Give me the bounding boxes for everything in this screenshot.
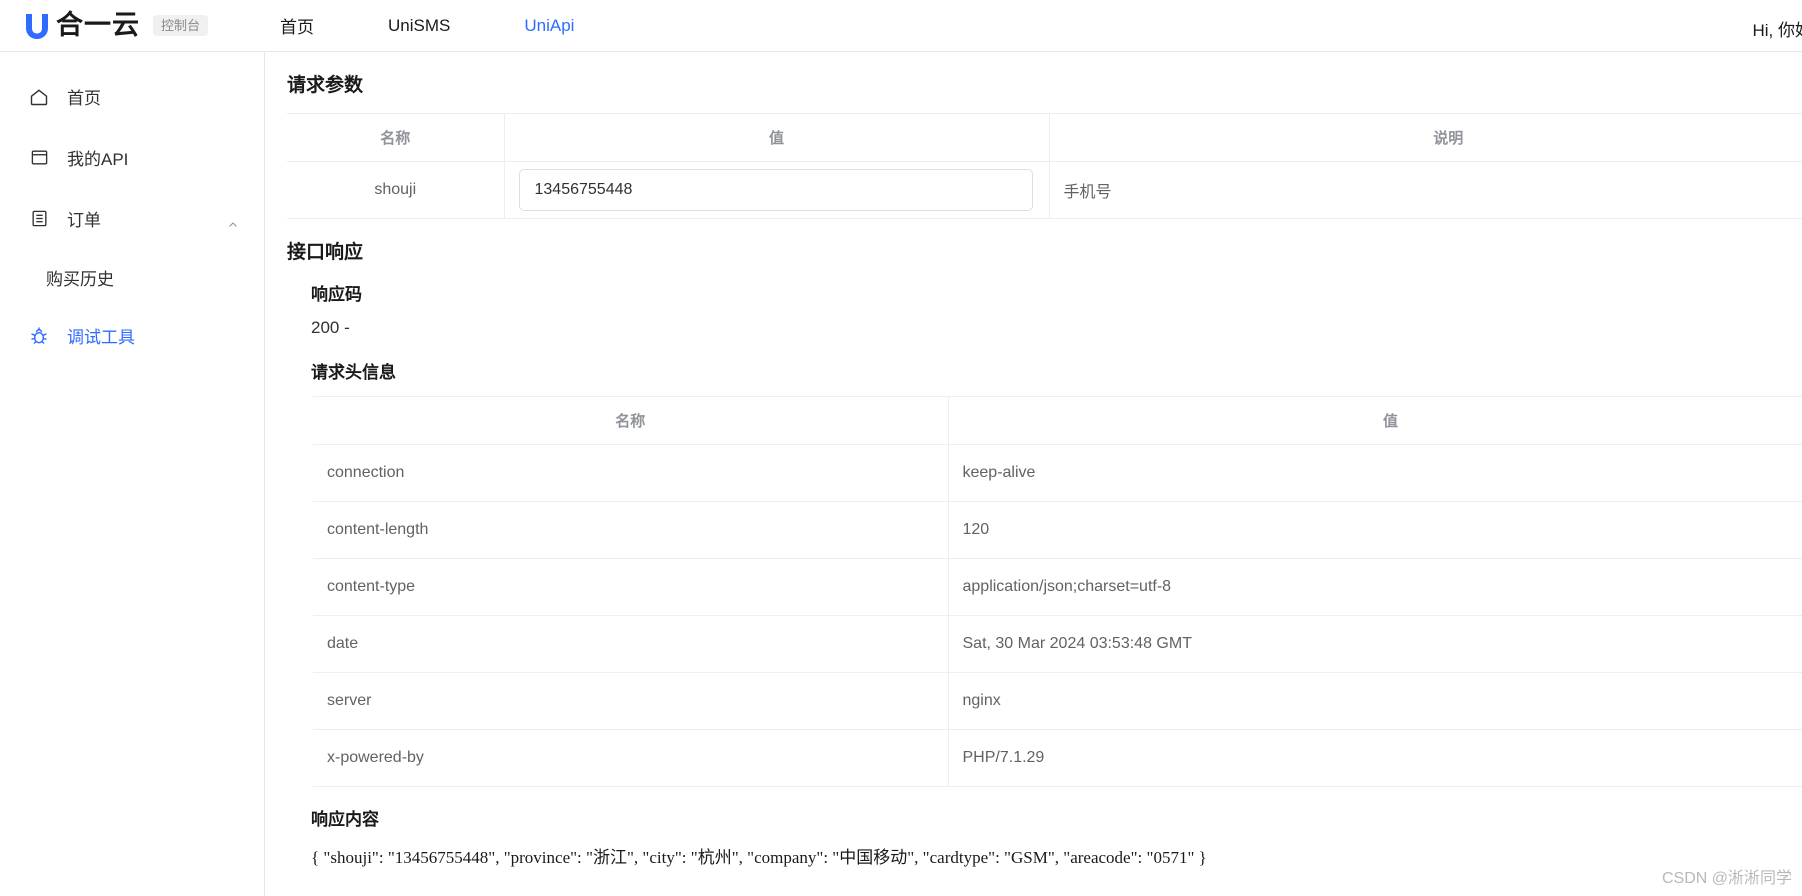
column-header-value: 值 <box>948 396 1802 445</box>
sidebar-item-debug-tool[interactable]: 调试工具 <box>0 305 264 366</box>
header-value-cell: application/json;charset=utf-8 <box>948 558 1802 616</box>
table-row: x-powered-by PHP/7.1.29 <box>313 729 1802 787</box>
header-value-cell: PHP/7.1.29 <box>948 729 1802 787</box>
response-headers-table: 名称 值 connection keep-alive content-lengt… <box>313 396 1802 787</box>
param-value-input[interactable] <box>518 169 1033 211</box>
header-value-cell: 120 <box>948 501 1802 559</box>
sidebar-item-purchase-history[interactable]: 购买历史 <box>0 249 264 305</box>
table-row: shouji 手机号 <box>287 161 1802 219</box>
header-value-cell: keep-alive <box>948 444 1802 502</box>
nav-link-uniapi[interactable]: UniApi <box>524 16 574 36</box>
watermark: CSDN @淅淅同学 <box>1661 870 1792 887</box>
table-header-row: 名称 值 <box>313 396 1802 445</box>
request-params-table-wrap: 名称 值 说明 shouji 手机号 <box>287 113 1802 219</box>
chevron-up-icon[interactable] <box>227 216 238 227</box>
bug-icon <box>28 325 50 347</box>
sidebar-item-orders[interactable]: 订单 <box>0 188 264 249</box>
response-code-title: 响应码 <box>311 285 362 304</box>
unicloud-u-icon <box>22 10 52 42</box>
header-value-cell: Sat, 30 Mar 2024 03:53:48 GMT <box>948 615 1802 673</box>
header-value-cell: nginx <box>948 672 1802 730</box>
table-row: server nginx <box>313 672 1802 730</box>
clipboard-icon <box>28 208 50 230</box>
response-body-text: { "shouji": "13456755448", "province": "… <box>311 848 1207 867</box>
table-header-row: 名称 值 说明 <box>287 113 1802 162</box>
sidebar-item-label: 订单 <box>67 211 101 230</box>
header-name-cell: content-length <box>313 501 949 559</box>
brand-name: 合一云 <box>56 10 140 40</box>
header-name-cell: date <box>313 615 949 673</box>
sidebar-item-home[interactable]: 首页 <box>0 66 264 127</box>
param-value-cell <box>504 161 1050 219</box>
table-row: date Sat, 30 Mar 2024 03:53:48 GMT <box>313 615 1802 673</box>
sidebar-item-label: 调试工具 <box>67 328 135 347</box>
top-navigation: 首页 UniSMS UniApi <box>280 13 574 38</box>
home-icon <box>28 86 50 108</box>
response-headers-table-wrap: 名称 值 connection keep-alive content-lengt… <box>313 396 1802 787</box>
nav-link-unisms[interactable]: UniSMS <box>388 16 450 36</box>
response-headers-title: 请求头信息 <box>311 363 396 382</box>
response-body-title: 响应内容 <box>311 810 379 829</box>
sidebar-item-my-api[interactable]: 我的API <box>0 127 264 188</box>
header-name-cell: content-type <box>313 558 949 616</box>
sidebar: 首页 我的API 订单 购买历史 调试工具 <box>0 52 265 896</box>
request-params-table: 名称 值 说明 shouji 手机号 <box>287 113 1802 219</box>
brand-logo[interactable]: 合一云 控制台 <box>0 10 209 42</box>
param-desc-cell: 手机号 <box>1049 161 1802 219</box>
column-header-name: 名称 <box>287 113 505 162</box>
top-header: 合一云 控制台 首页 UniSMS UniApi Hi, 你好 <box>0 0 1802 52</box>
header-name-cell: x-powered-by <box>313 729 949 787</box>
sidebar-item-label: 首页 <box>67 89 101 108</box>
response-code-value: 200 - <box>311 318 350 337</box>
console-badge: 控制台 <box>153 15 209 36</box>
header-name-cell: server <box>313 672 949 730</box>
sidebar-item-label: 我的API <box>67 150 129 169</box>
column-header-value: 值 <box>504 113 1050 162</box>
header-name-cell: connection <box>313 444 949 502</box>
window-icon <box>28 147 50 169</box>
api-response-title: 接口响应 <box>287 242 364 263</box>
table-row: connection keep-alive <box>313 444 1802 502</box>
main-content: 请求参数 名称 值 说明 shouji 手机号 接口响应 <box>266 52 1802 896</box>
table-row: content-type application/json;charset=ut… <box>313 558 1802 616</box>
param-name-cell: shouji <box>287 161 505 219</box>
nav-link-home[interactable]: 首页 <box>280 13 314 38</box>
column-header-desc: 说明 <box>1049 113 1802 162</box>
sidebar-subitem-label: 购买历史 <box>46 269 114 289</box>
request-params-title: 请求参数 <box>287 75 364 96</box>
user-greeting[interactable]: Hi, 你好 <box>1753 16 1802 41</box>
table-row: content-length 120 <box>313 501 1802 559</box>
column-header-name: 名称 <box>313 396 949 445</box>
